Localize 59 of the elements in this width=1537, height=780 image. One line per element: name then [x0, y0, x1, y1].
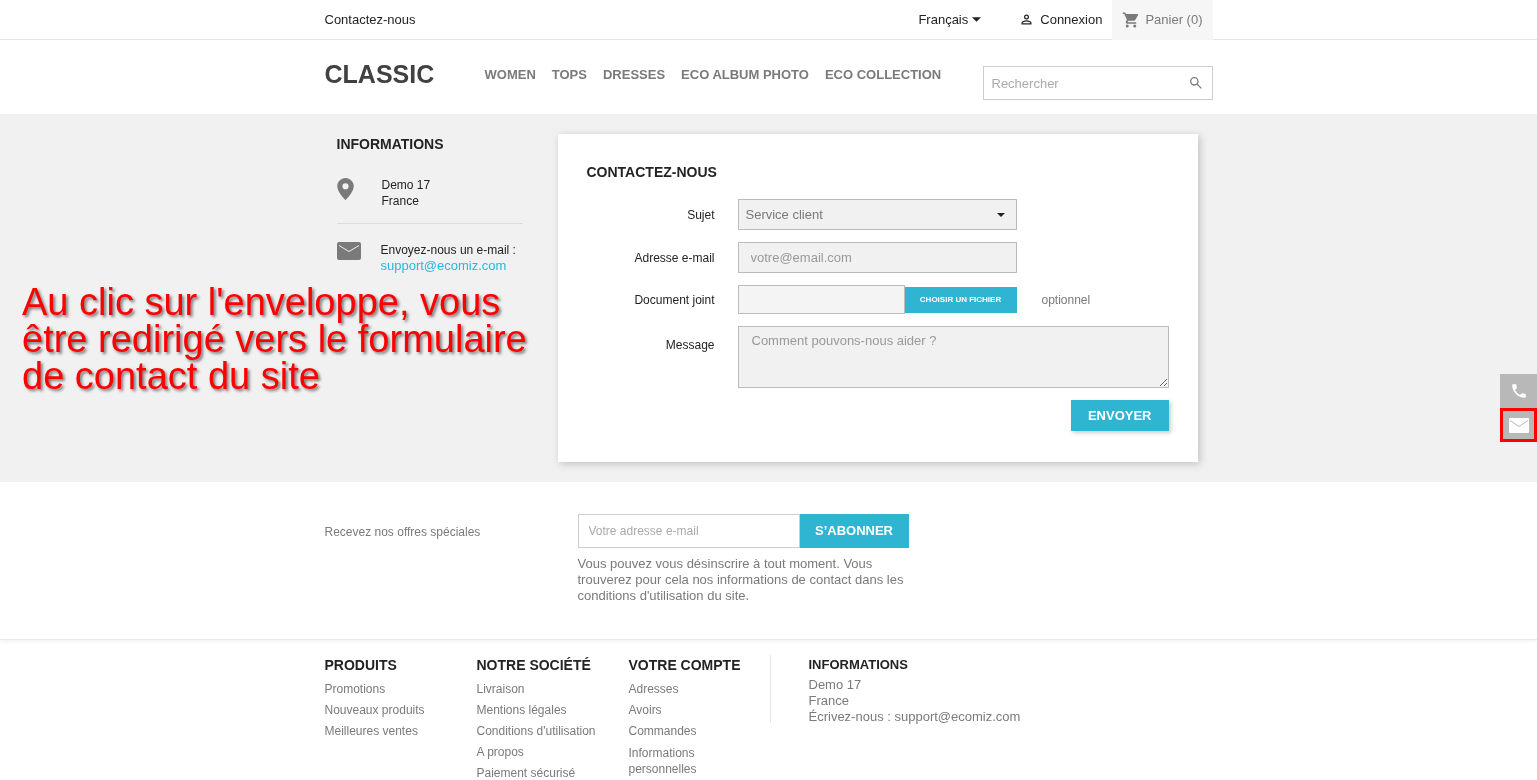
file-field[interactable]	[737, 285, 905, 314]
nav-link[interactable]: DRESSES	[602, 65, 666, 85]
field-label: Sujet	[686, 206, 715, 224]
nav-link[interactable]: ECO ALBUM PHOTO	[681, 65, 809, 85]
contact-link[interactable]: Contactez-nous	[324, 9, 416, 30]
footer-heading: INFORMATIONS	[808, 656, 909, 674]
caret-icon	[996, 212, 1005, 217]
message-field[interactable]: Comment pouvons-nous aider ?	[737, 326, 1169, 388]
footer-address: Demo 17 France Écrivez-nous : support@ecomiz.com	[808, 676, 1021, 725]
nav-link[interactable]: ECO COLLECTION	[824, 65, 942, 85]
nav-link[interactable]: TOPS	[551, 65, 587, 85]
footer-link[interactable]: Meilleures ventes	[324, 724, 465, 738]
field-label: Document joint	[633, 291, 715, 309]
footer-heading: NOTRE SOCIÉTÉ	[476, 656, 592, 675]
footer-link[interactable]: Avoirs	[628, 703, 769, 717]
field-label: Adresse e-mail	[633, 249, 715, 267]
search-field[interactable]: Rechercher	[982, 66, 1213, 100]
newsletter-label: Recevez nos offres spéciales	[324, 524, 482, 541]
footer-link[interactable]: Informations personnelles	[628, 745, 719, 777]
site-logo[interactable]: CLASSIC	[324, 56, 485, 94]
phone-icon	[1509, 382, 1528, 400]
login-link[interactable]: Connexion	[1019, 9, 1103, 30]
footer-link[interactable]: Livraison	[476, 682, 617, 696]
footer-link[interactable]: Promotions	[324, 682, 465, 696]
caret-icon	[972, 17, 982, 22]
nav-link[interactable]: WOMEN	[484, 65, 536, 85]
newsletter-note: Vous pouvez vous désinscrire à tout moment. Vous trouverez pour cela nos informations de contact dans les conditions d'utilisation du site.	[577, 556, 905, 604]
footer-link[interactable]: Paiement sécurisé	[476, 766, 617, 780]
optional-hint: optionnel	[1041, 291, 1091, 309]
language-dropdown[interactable]: Français	[918, 9, 982, 30]
mail-icon	[336, 242, 361, 260]
send-button[interactable]: ENVOYER	[1070, 400, 1169, 431]
cart-button[interactable]: Panier (0)	[1112, 0, 1213, 40]
footer-link[interactable]: A propos	[476, 745, 617, 759]
subject-dropdown[interactable]: Service client	[737, 199, 1017, 230]
footer-link[interactable]: Adresses	[628, 682, 769, 696]
footer-heading: VOTRE COMPTE	[628, 656, 742, 675]
form-title: CONTACTEZ-NOUS	[586, 163, 718, 182]
email-field[interactable]: votre@email.com	[737, 242, 1017, 273]
footer-heading: PRODUITS	[324, 656, 398, 675]
search-icon	[1187, 75, 1204, 91]
location-pin-icon	[336, 178, 354, 200]
email-label: Envoyez-nous un e-mail :	[380, 242, 516, 258]
footer-link[interactable]: Conditions d'utilisation	[476, 724, 617, 738]
annotation-text: Au clic sur l'enveloppe, vous être redirigé vers le formulaire de contact du site	[22, 284, 527, 395]
newsletter-email-field[interactable]: Votre adresse e-mail	[577, 514, 800, 548]
footer-link[interactable]: Nouveaux produits	[324, 703, 465, 717]
cart-icon	[1122, 10, 1141, 29]
phone-button[interactable]	[1500, 374, 1537, 408]
subscribe-button[interactable]: S’ABONNER	[799, 514, 909, 548]
user-icon	[1019, 12, 1035, 27]
choose-file-button[interactable]: CHOISIR UN FICHIER	[904, 286, 1017, 313]
address-text: Demo 17 France	[381, 177, 431, 209]
footer-link[interactable]: Mentions légales	[476, 703, 617, 717]
footer-link[interactable]: Commandes	[628, 724, 769, 738]
field-label: Message	[664, 337, 715, 354]
section-title: INFORMATIONS	[336, 135, 445, 154]
mail-button[interactable]	[1500, 408, 1537, 442]
envelope-icon	[1508, 417, 1529, 433]
